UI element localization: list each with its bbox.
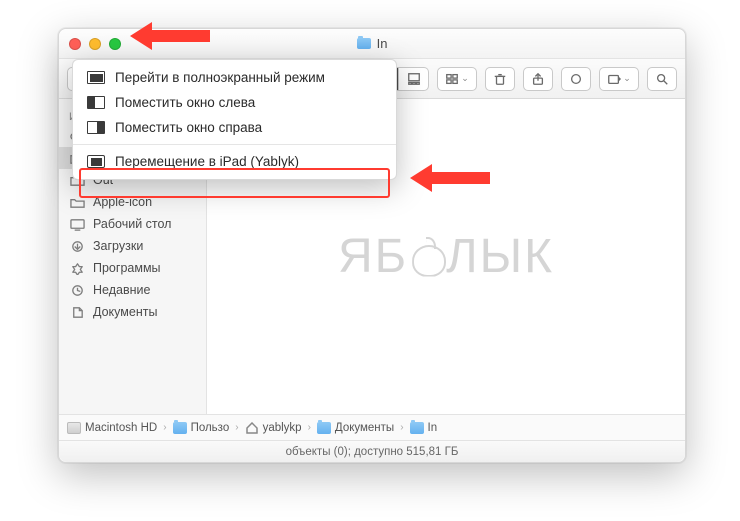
- tile-left-icon: [87, 96, 105, 109]
- recent-icon: [69, 283, 85, 297]
- chevron-right-icon: ›: [235, 422, 238, 433]
- share-button[interactable]: [523, 67, 553, 91]
- downloads-icon: [69, 239, 85, 253]
- menu-item-label: Перейти в полноэкранный режим: [115, 70, 325, 85]
- menu-separator: [73, 144, 396, 145]
- chevron-right-icon: ›: [400, 422, 403, 433]
- traffic-lights: [59, 38, 121, 50]
- path-segment[interactable]: Пользо: [173, 422, 230, 434]
- menu-item-sidecar[interactable]: Перемещение в iPad (Yablyk): [73, 149, 396, 174]
- home-icon: [245, 422, 259, 434]
- path-segment[interactable]: In: [410, 422, 438, 434]
- sidebar-item-label: Недавние: [93, 283, 150, 297]
- ipad-icon: [87, 155, 105, 168]
- status-text: объекты (0); доступно 515,81 ГБ: [286, 446, 459, 458]
- sidebar-item-desktop[interactable]: Рабочий стол: [59, 213, 206, 235]
- view-gallery-button[interactable]: [399, 67, 429, 91]
- disk-icon: [67, 422, 81, 434]
- apple-icon: [410, 237, 444, 277]
- sidebar-item-downloads[interactable]: Загрузки: [59, 235, 206, 257]
- folder-icon: [173, 422, 187, 434]
- tags-button[interactable]: [561, 67, 591, 91]
- desktop-icon: [69, 217, 85, 231]
- folder-icon: [357, 38, 371, 49]
- menu-item-label: Поместить окно слева: [115, 95, 255, 110]
- trash-button[interactable]: [485, 67, 515, 91]
- path-segment[interactable]: yablykp: [245, 422, 302, 434]
- sidebar-item-label: Рабочий стол: [93, 217, 171, 231]
- watermark: ЯБ ЛЫК: [338, 229, 554, 284]
- path-bar: Macintosh HD › Пользо › yablykp › Докуме…: [59, 414, 685, 440]
- sidebar-item-recent[interactable]: Недавние: [59, 279, 206, 301]
- annotation-arrow-sidecar: [410, 160, 490, 196]
- status-bar: объекты (0); доступно 515,81 ГБ: [59, 440, 685, 462]
- folder-icon: [410, 422, 424, 434]
- chevron-right-icon: ›: [308, 422, 311, 433]
- sidebar-item-label: Apple-icon: [93, 195, 152, 209]
- sidebar-item-label: Документы: [93, 305, 157, 319]
- folder-icon: [69, 195, 85, 209]
- minimize-button[interactable]: [89, 38, 101, 50]
- fullscreen-menu: Перейти в полноэкранный режим Поместить …: [72, 59, 397, 180]
- search-button[interactable]: [647, 67, 677, 91]
- action-button[interactable]: ⌄: [599, 67, 639, 91]
- menu-item-tile-right[interactable]: Поместить окно справа: [73, 115, 396, 140]
- menu-item-fullscreen[interactable]: Перейти в полноэкранный режим: [73, 65, 396, 90]
- sidebar-item-apps[interactable]: Программы: [59, 257, 206, 279]
- documents-icon: [69, 305, 85, 319]
- group-by-button[interactable]: ⌄: [437, 67, 477, 91]
- window-title-text: In: [377, 36, 388, 51]
- fullscreen-icon: [87, 71, 105, 84]
- apps-icon: [69, 261, 85, 275]
- sidebar-item-appleicon[interactable]: Apple-icon: [59, 191, 206, 213]
- sidebar-item-documents[interactable]: Документы: [59, 301, 206, 323]
- fullscreen-button[interactable]: [109, 38, 121, 50]
- menu-item-tile-left[interactable]: Поместить окно слева: [73, 90, 396, 115]
- chevron-right-icon: ›: [163, 422, 166, 433]
- sidebar-item-label: Загрузки: [93, 239, 143, 253]
- path-segment[interactable]: Macintosh HD: [67, 422, 157, 434]
- watermark-text: ЯБ: [338, 229, 408, 284]
- path-segment[interactable]: Документы: [317, 422, 394, 434]
- menu-item-label: Перемещение в iPad (Yablyk): [115, 154, 299, 169]
- watermark-text: ЛЫК: [446, 229, 554, 284]
- tile-right-icon: [87, 121, 105, 134]
- sidebar-item-label: Программы: [93, 261, 161, 275]
- folder-icon: [317, 422, 331, 434]
- annotation-arrow-top: [130, 18, 210, 54]
- close-button[interactable]: [69, 38, 81, 50]
- menu-item-label: Поместить окно справа: [115, 120, 262, 135]
